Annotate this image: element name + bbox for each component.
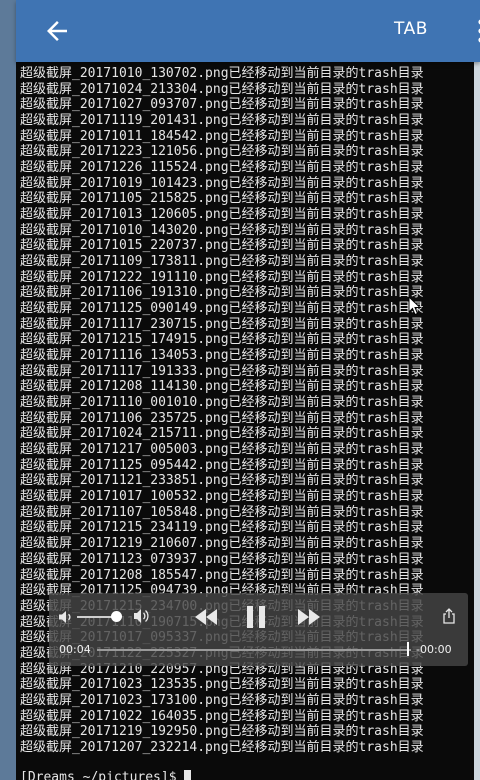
terminal-line: 超级截屏_20171023_123535.png已经移动到当前目录的trash目… [20,677,424,693]
terminal-line: 超级截屏_20171106_191310.png已经移动到当前目录的trash目… [20,285,424,301]
volume-max-icon[interactable] [133,607,151,625]
app-window: TAB 超级截屏_20171010_130702.png已经移动到当前目录的tr… [0,0,480,780]
terminal-line: 超级截屏_20171123_073937.png已经移动到当前目录的trash目… [20,551,424,567]
terminal-line: 超级截屏_20171017_100532.png已经移动到当前目录的trash目… [20,489,424,505]
terminal-line: 超级截屏_20171121_233851.png已经移动到当前目录的trash目… [20,473,424,489]
terminal-line: 超级截屏_20171106_235725.png已经移动到当前目录的trash目… [20,410,424,426]
tab-button[interactable]: TAB [394,19,428,39]
terminal-line: 超级截屏_20171022_164035.png已经移动到当前目录的trash目… [20,708,424,724]
volume-slider-handle[interactable] [111,611,123,622]
terminal-prompt[interactable]: [Dreams ~/pictures]$ [20,770,192,780]
terminal-line: 超级截屏_20171219_210607.png已经移动到当前目录的trash目… [20,536,424,552]
terminal-line: 超级截屏_20171023_173100.png已经移动到当前目录的trash目… [20,692,424,708]
terminal-line: 超级截屏_20171010_143020.png已经移动到当前目录的trash目… [20,222,424,238]
terminal-line: 超级截屏_20171207_232214.png已经移动到当前目录的trash目… [20,739,424,755]
terminal-line: 超级截屏_20171226_115524.png已经移动到当前目录的trash目… [20,160,424,176]
terminal-line: 超级截屏_20171117_191333.png已经移动到当前目录的trash目… [20,363,424,379]
media-player-overlay: 00:04 -00:00 [49,593,468,666]
terminal-line: 超级截屏_20171024_213304.png已经移动到当前目录的trash目… [20,81,424,97]
terminal-line: 超级截屏_20171116_134053.png已经移动到当前目录的trash目… [20,348,424,364]
scrollbar[interactable] [474,62,480,780]
terminal-line: 超级截屏_20171105_215825.png已经移动到当前目录的trash目… [20,191,424,207]
terminal-line: 超级截屏_20171015_220737.png已经移动到当前目录的trash目… [20,238,424,254]
pause-icon[interactable] [246,605,266,629]
terminal-line: 超级截屏_20171222_191110.png已经移动到当前目录的trash目… [20,269,424,285]
rewind-icon[interactable] [194,608,218,626]
elapsed-time: 00:04 [59,643,91,656]
text-cursor [184,770,192,780]
terminal-line: 超级截屏_20171223_121056.png已经移动到当前目录的trash目… [20,144,424,160]
terminal-line: 超级截屏_20171215_174915.png已经移动到当前目录的trash目… [20,332,424,348]
terminal-line: 超级截屏_20171125_095442.png已经移动到当前目录的trash目… [20,457,424,473]
terminal-line: 超级截屏_20171024_215711.png已经移动到当前目录的trash目… [20,426,424,442]
share-icon[interactable] [442,608,456,624]
terminal-line: 超级截屏_20171119_201431.png已经移动到当前目录的trash目… [20,113,424,129]
terminal-line: 超级截屏_20171110_001010.png已经移动到当前目录的trash目… [20,395,424,411]
terminal-line: 超级截屏_20171219_192950.png已经移动到当前目录的trash目… [20,724,424,740]
overflow-menu-icon[interactable] [476,16,480,46]
remaining-time: -00:00 [416,643,452,656]
prompt-text: [Dreams ~/pictures]$ [20,770,185,780]
terminal-line: 超级截屏_20171107_105848.png已经移动到当前目录的trash目… [20,504,424,520]
volume-icon[interactable] [58,610,74,624]
terminal-line: 超级截屏_20171011_184542.png已经移动到当前目录的trash目… [20,128,424,144]
terminal-line: 超级截屏_20171117_230715.png已经移动到当前目录的trash目… [20,316,424,332]
terminal-line: 超级截屏_20171208_114130.png已经移动到当前目录的trash目… [20,379,424,395]
terminal-line: 超级截屏_20171013_120605.png已经移动到当前目录的trash目… [20,207,424,223]
terminal-line: 超级截屏_20171215_234119.png已经移动到当前目录的trash目… [20,520,424,536]
app-bar: TAB [16,0,480,62]
terminal-line: 超级截屏_20171208_185547.png已经移动到当前目录的trash目… [20,567,424,583]
mouse-pointer-icon [408,296,422,316]
window-edge [0,0,16,780]
terminal-line: 超级截屏_20171109_173811.png已经移动到当前目录的trash目… [20,254,424,270]
terminal-output[interactable]: 超级截屏_20171010_130702.png已经移动到当前目录的trash目… [16,66,472,780]
terminal-line: 超级截屏_20171027_093707.png已经移动到当前目录的trash目… [20,97,424,113]
terminal-line: 超级截屏_20171010_130702.png已经移动到当前目录的trash目… [20,66,424,81]
terminal-line: 超级截屏_20171125_090149.png已经移动到当前目录的trash目… [20,301,424,317]
fast-forward-icon[interactable] [297,608,321,626]
back-arrow-icon[interactable] [42,16,72,46]
scrubber-track[interactable] [97,649,411,651]
terminal-line: 超级截屏_20171217_005003.png已经移动到当前目录的trash目… [20,442,424,458]
terminal-line: 超级截屏_20171019_101423.png已经移动到当前目录的trash目… [20,175,424,191]
scrubber-handle[interactable] [406,642,409,656]
